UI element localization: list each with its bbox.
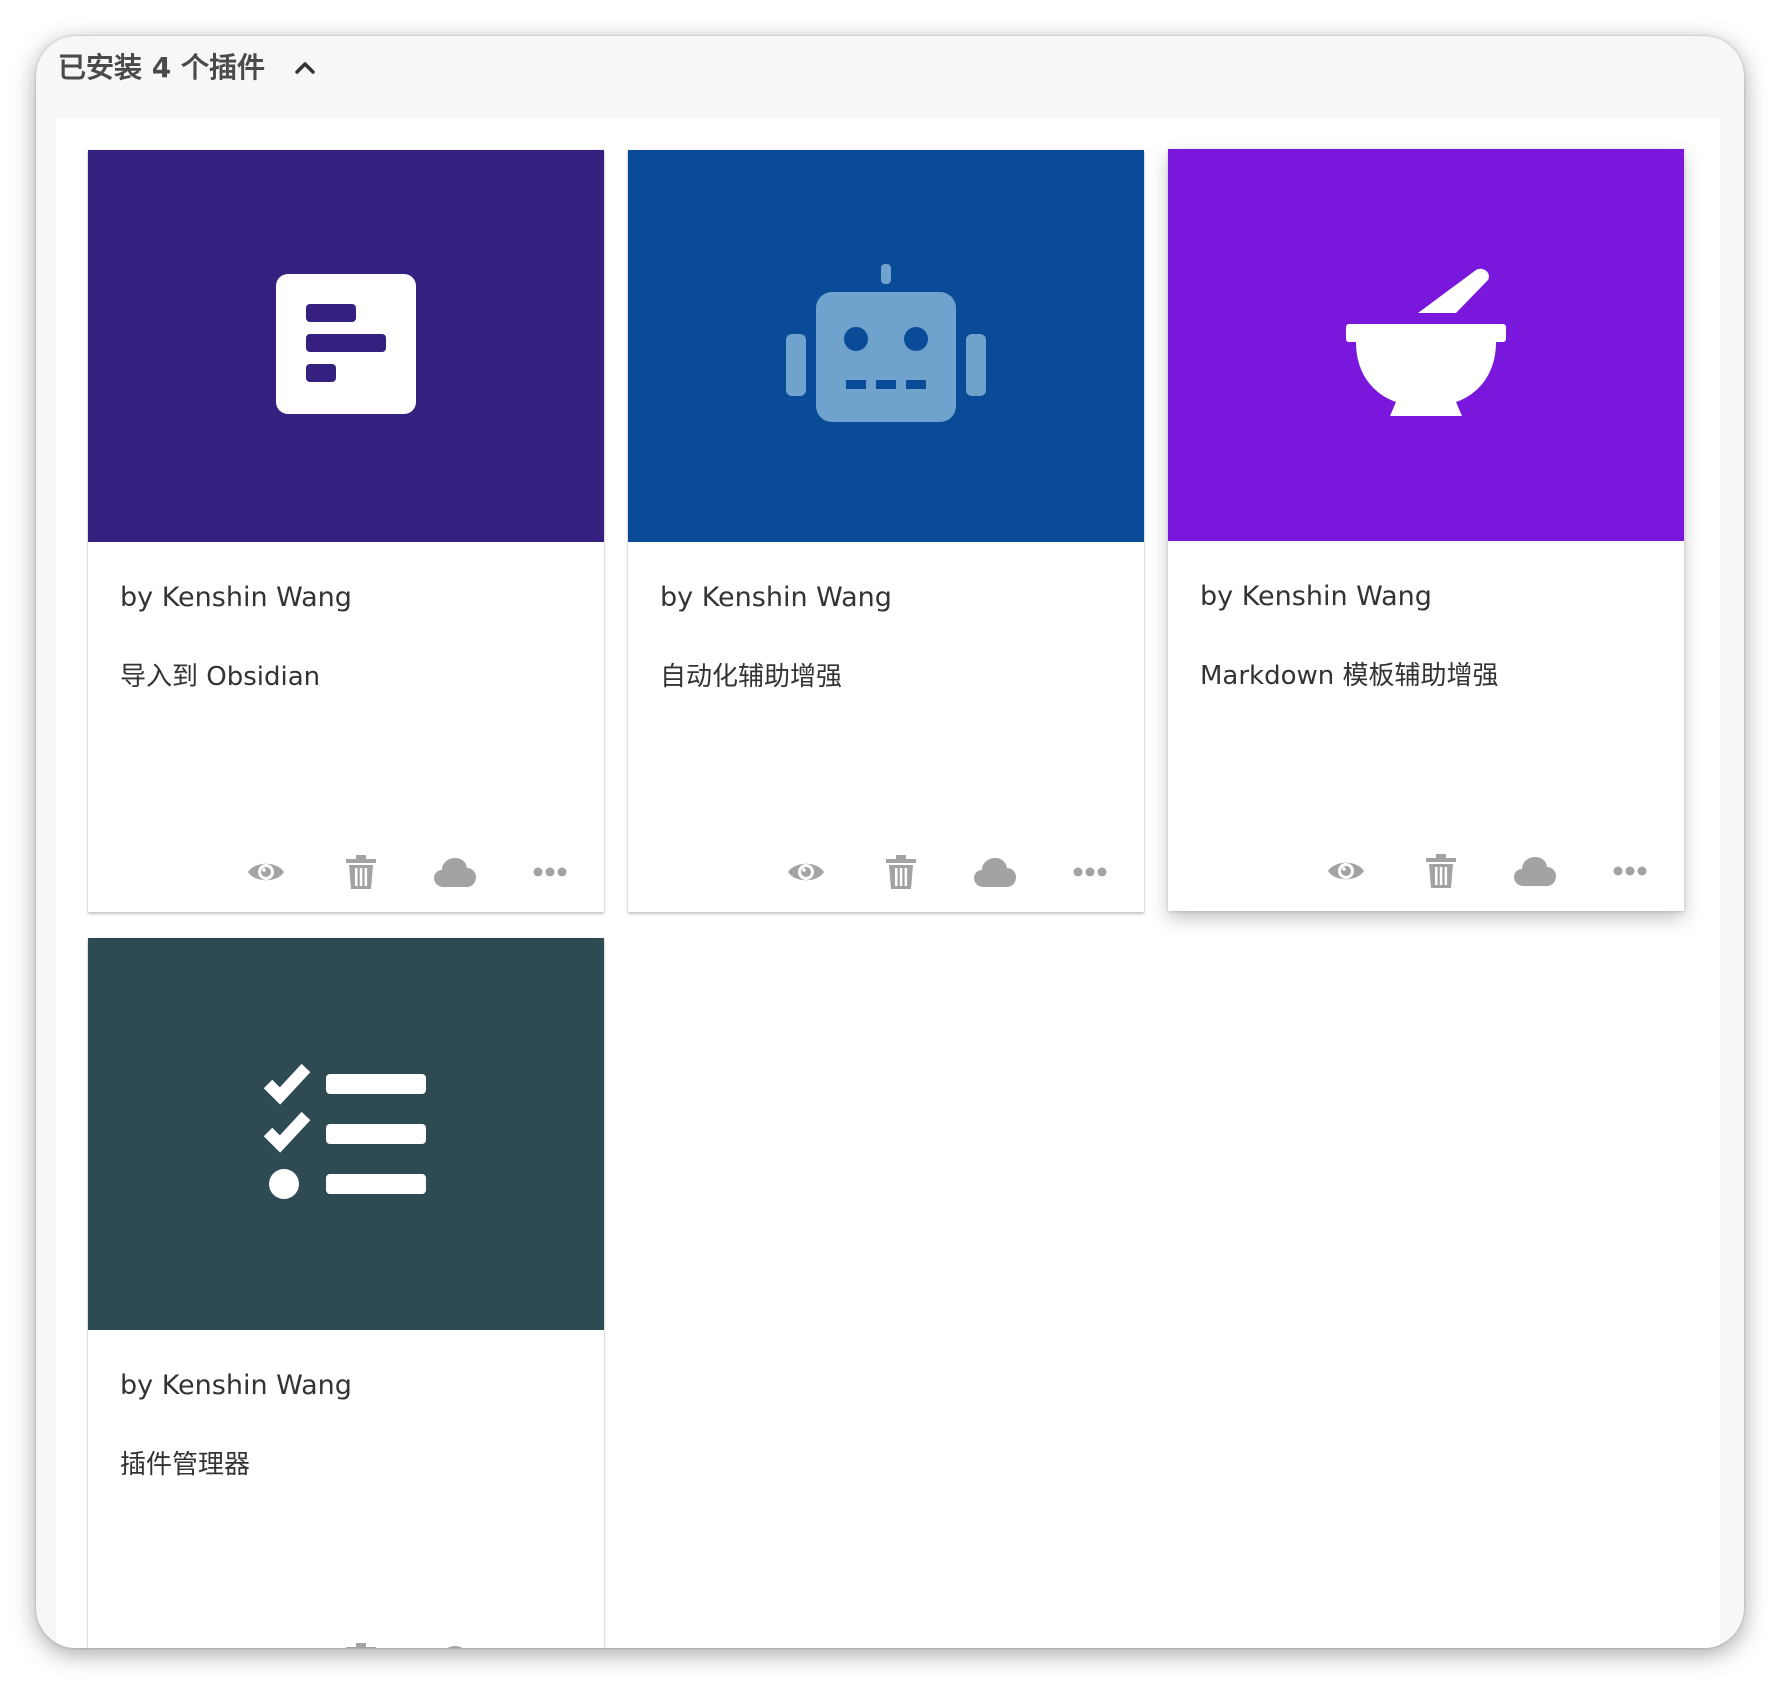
installed-count-title: 已安装 4 个插件 — [58, 51, 265, 84]
plugin-grid: by Kenshin Wang 导入到 Obsidian by Kenshin … — [56, 118, 1720, 1648]
more-icon[interactable] — [522, 1638, 578, 1648]
plugin-manager-window: 已安装 4 个插件 by Kenshin Wang 导入到 Obsidian b… — [36, 36, 1744, 1648]
plugin-banner — [628, 150, 1144, 542]
obsidian-import-icon — [276, 274, 416, 418]
checklist-icon — [263, 1062, 428, 1206]
installed-plugins-header[interactable]: 已安装 4 个插件 — [58, 42, 317, 90]
trash-icon[interactable] — [873, 850, 929, 894]
cloud-icon[interactable] — [427, 1638, 483, 1648]
plugin-actions — [238, 1638, 578, 1648]
plugin-card-markdown-template[interactable]: by Kenshin Wang Markdown 模板辅助增强 — [1168, 149, 1684, 911]
plugin-actions — [778, 850, 1118, 894]
plugin-author: by Kenshin Wang — [1200, 581, 1432, 612]
plugin-card-obsidian[interactable]: by Kenshin Wang 导入到 Obsidian — [88, 150, 604, 912]
eye-icon[interactable] — [238, 1638, 294, 1648]
eye-icon[interactable] — [1318, 849, 1374, 893]
eye-icon[interactable] — [778, 850, 834, 894]
plugin-actions — [1318, 849, 1658, 893]
more-icon[interactable] — [1062, 850, 1118, 894]
robot-icon — [786, 264, 986, 428]
more-icon[interactable] — [1602, 849, 1658, 893]
plugin-description: 导入到 Obsidian — [120, 662, 321, 692]
plugin-description: 自动化辅助增强 — [660, 662, 843, 692]
chevron-up-icon[interactable] — [293, 54, 317, 78]
eye-icon[interactable] — [238, 850, 294, 894]
plugin-card-automation[interactable]: by Kenshin Wang 自动化辅助增强 — [628, 150, 1144, 912]
plugin-banner — [88, 938, 604, 1330]
plugin-card-plugin-manager[interactable]: by Kenshin Wang 插件管理器 — [88, 938, 604, 1648]
trash-icon[interactable] — [333, 850, 389, 894]
cloud-icon[interactable] — [1507, 849, 1563, 893]
cloud-icon[interactable] — [427, 850, 483, 894]
plugin-author: by Kenshin Wang — [120, 1370, 352, 1401]
plugin-description: 插件管理器 — [120, 1450, 251, 1480]
plugin-banner — [1168, 149, 1684, 541]
cloud-icon[interactable] — [967, 850, 1023, 894]
plugin-description: Markdown 模板辅助增强 — [1200, 661, 1499, 691]
plugin-author: by Kenshin Wang — [660, 582, 892, 613]
trash-icon[interactable] — [333, 1638, 389, 1648]
plugin-banner — [88, 150, 604, 542]
mortar-pestle-icon — [1346, 268, 1506, 422]
plugin-author: by Kenshin Wang — [120, 582, 352, 613]
more-icon[interactable] — [522, 850, 578, 894]
plugin-actions — [238, 850, 578, 894]
trash-icon[interactable] — [1413, 849, 1469, 893]
